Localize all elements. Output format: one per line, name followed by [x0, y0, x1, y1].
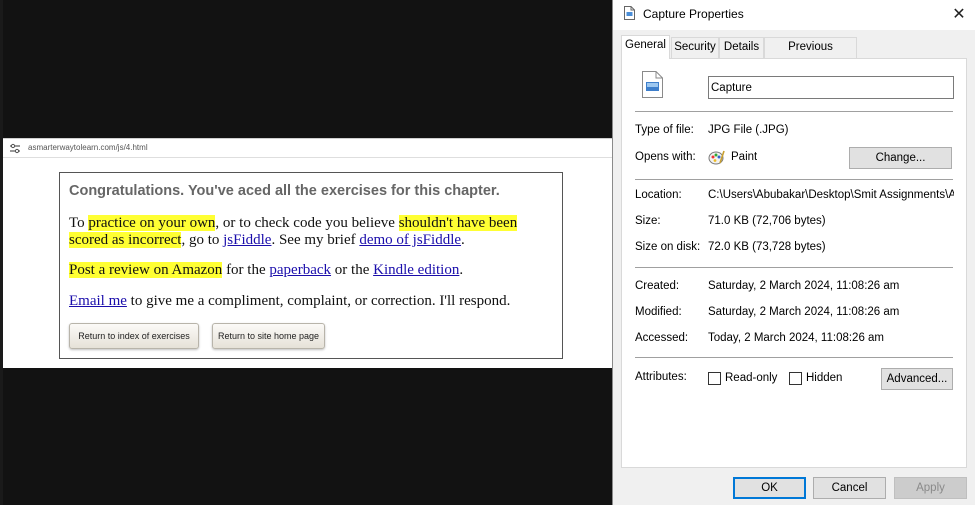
separator [635, 179, 953, 180]
text: or the [331, 262, 374, 278]
jsfiddle-link[interactable]: jsFiddle [223, 232, 271, 248]
text: . [461, 232, 465, 248]
created-value: Saturday, 2 March 2024, 11:08:26 am [708, 280, 900, 292]
return-home-button[interactable]: Return to site home page [212, 323, 325, 349]
tab-previous-versions[interactable]: Previous Versions [764, 37, 857, 72]
demo-jsfiddle-link[interactable]: demo of jsFiddle [359, 232, 461, 248]
kindle-link[interactable]: Kindle edition [373, 262, 459, 278]
review-paragraph: Post a review on Amazon for the paperbac… [69, 262, 554, 279]
hidden-checkbox[interactable] [789, 372, 802, 385]
readonly-checkbox[interactable] [708, 372, 721, 385]
readonly-label[interactable]: Read-only [725, 372, 777, 384]
text: , go to [181, 232, 224, 248]
close-icon[interactable]: ✕ [947, 3, 971, 25]
general-tab-panel: Type of file: JPG File (.JPG) Opens with… [621, 58, 967, 468]
paperback-link[interactable]: paperback [269, 262, 331, 278]
url-text[interactable]: asmarterwaytolearn.com/js/4.html [28, 143, 148, 152]
opens-with-value: Paint [731, 151, 758, 163]
type-label: Type of file: [635, 124, 694, 136]
size-on-disk-value: 72.0 KB (73,728 bytes) [708, 241, 826, 253]
apply-button[interactable]: Apply [894, 477, 967, 499]
hidden-label[interactable]: Hidden [806, 372, 842, 384]
dialog-title: Capture Properties [643, 7, 744, 21]
size-on-disk-label: Size on disk: [635, 241, 701, 253]
title-bar[interactable]: Capture Properties ✕ [613, 0, 975, 30]
accessed-label: Accessed: [635, 332, 689, 344]
highlight-practice: practice on your own [88, 215, 216, 231]
modified-label: Modified: [635, 306, 682, 318]
cancel-button[interactable]: Cancel [813, 477, 886, 499]
email-paragraph: Email me to give me a compliment, compla… [69, 293, 554, 310]
advanced-button[interactable]: Advanced... [881, 368, 953, 390]
congrats-heading: Congratulations. You've aced all the exe… [69, 183, 500, 199]
location-label: Location: [635, 189, 682, 201]
tab-general[interactable]: General [621, 35, 670, 59]
practice-paragraph: To practice on your own, or to check cod… [69, 215, 554, 249]
email-link[interactable]: Email me [69, 293, 127, 309]
file-name-field[interactable] [708, 76, 954, 99]
text: . [459, 262, 464, 278]
separator [635, 357, 953, 358]
properties-dialog: Capture Properties ✕ General Security De… [612, 0, 975, 505]
type-value: JPG File (.JPG) [708, 124, 789, 136]
text: , or to check code you believe [215, 215, 399, 231]
site-settings-icon[interactable] [9, 143, 21, 154]
ok-button[interactable]: OK [733, 477, 806, 499]
text: for the [222, 262, 270, 278]
tab-details[interactable]: Details [719, 37, 764, 58]
location-value: C:\Users\Abubakar\Desktop\Smit Assignmen… [708, 189, 954, 201]
highlight-review: Post a review on Amazon [69, 262, 223, 278]
modified-value: Saturday, 2 March 2024, 11:08:26 am [708, 306, 900, 318]
tab-security[interactable]: Security [671, 37, 719, 58]
attributes-label: Attributes: [635, 371, 687, 383]
separator [635, 267, 953, 268]
jpg-file-icon [642, 71, 663, 98]
return-index-button[interactable]: Return to index of exercises [69, 323, 199, 349]
text: to give me a compliment, complaint, or c… [126, 293, 511, 309]
congratulations-panel: Congratulations. You've aced all the exe… [59, 172, 563, 359]
text: To [69, 215, 89, 231]
change-button[interactable]: Change... [849, 147, 952, 169]
separator [635, 111, 953, 112]
file-icon [624, 6, 635, 20]
opens-with-label: Opens with: [635, 151, 696, 163]
text: . See my brief [271, 232, 360, 248]
created-label: Created: [635, 280, 680, 292]
paint-icon [708, 150, 725, 165]
size-label: Size: [635, 215, 661, 227]
size-value: 71.0 KB (72,706 bytes) [708, 215, 826, 227]
accessed-value: Today, 2 March 2024, 11:08:26 am [708, 332, 885, 344]
address-bar[interactable]: asmarterwaytolearn.com/js/4.html [3, 138, 612, 158]
browser-viewport: asmarterwaytolearn.com/js/4.html Congrat… [3, 138, 612, 368]
